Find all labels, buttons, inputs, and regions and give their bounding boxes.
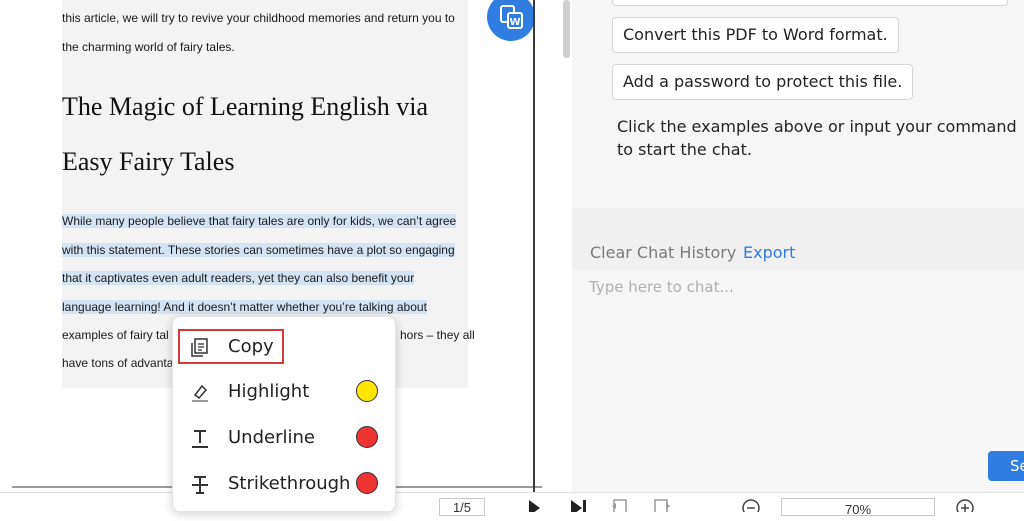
last-page-icon[interactable] [569,498,589,512]
chat-input[interactable] [572,270,1024,492]
selection-context-menu: Copy Highlight Underline Strikethrough [172,316,396,512]
copy-icon [191,338,208,357]
menu-item-label: Strikethrough [228,473,351,494]
zoom-in-icon[interactable] [955,498,975,512]
page-number-field[interactable]: 1/5 [439,498,485,516]
document-text-line: hors – they all [400,328,475,342]
highlight-color-swatch[interactable] [356,380,378,402]
next-page-icon[interactable] [527,498,543,512]
zoom-out-icon[interactable] [741,498,761,512]
suggestion-add-password[interactable]: Add a password to protect this file. [612,64,914,100]
rotate-left-icon[interactable] [610,498,630,512]
menu-item-label: Copy [228,336,274,357]
document-text-line: have tons of advanta [62,356,174,370]
menu-item-highlight[interactable]: Highlight [173,372,395,412]
selected-text-line[interactable]: language learning! And it doesn’t matter… [62,300,427,314]
zoom-level-field[interactable]: 70% [781,498,935,517]
highlighter-icon [192,384,208,402]
menu-item-copy[interactable]: Copy [173,327,395,367]
selected-text: While many people believe that fairy tal… [62,214,457,228]
suggestion-convert-word[interactable]: Convert this PDF to Word format. [612,17,899,53]
rotate-right-icon[interactable] [652,498,672,512]
selected-text-line[interactable]: that it captivates even adult readers, y… [62,271,415,285]
send-button[interactable]: Se [988,451,1024,481]
selected-text: that it captivates even adult readers, y… [62,271,415,285]
menu-item-label: Underline [228,427,315,448]
export-link[interactable]: Export [743,243,795,262]
menu-item-underline[interactable]: Underline [173,418,395,458]
document-text-line: examples of fairy tal [62,328,169,342]
underline-color-swatch[interactable] [356,426,378,448]
underline-icon [192,430,208,448]
menu-item-label: Highlight [228,381,310,402]
selected-text: with this statement. These stories can s… [62,243,455,257]
pane-divider[interactable] [533,0,535,492]
selected-text: language learning! And it doesn’t matter… [62,300,427,314]
strikethrough-color-swatch[interactable] [356,472,378,494]
selected-text-line[interactable]: with this statement. These stories can s… [62,243,455,257]
convert-to-word-button[interactable]: W [486,0,536,42]
strikethrough-icon [192,476,208,494]
suggestion-chip[interactable] [612,0,1008,6]
document-scrollbar[interactable] [563,0,570,58]
document-text-line: this article, we will try to revive your… [62,11,455,25]
document-heading: Easy Fairy Tales [62,147,235,176]
document-heading: The Magic of Learning English via [62,92,429,121]
svg-text:W: W [509,17,520,28]
document-text-line: the charming world of fairy tales. [62,40,235,54]
clear-chat-history-link[interactable]: Clear Chat History [590,243,736,262]
assistant-hint: Click the examples above or input your c… [617,117,1017,159]
menu-item-strikethrough[interactable]: Strikethrough [173,464,395,504]
chat-placeholder: Type here to chat... [589,278,734,296]
selected-text-line[interactable]: While many people believe that fairy tal… [62,214,457,228]
